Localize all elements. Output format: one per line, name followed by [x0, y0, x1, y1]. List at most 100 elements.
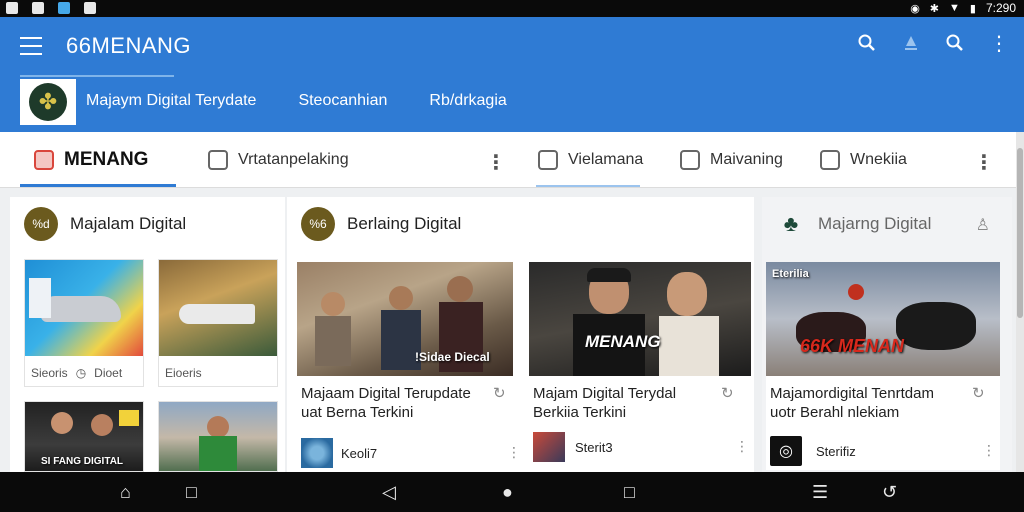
brand-logo[interactable]: ✤ — [20, 79, 76, 125]
person-shape — [447, 276, 473, 302]
upload-icon[interactable] — [900, 31, 922, 55]
tab-5[interactable]: Wnekiia — [820, 132, 907, 188]
author-name[interactable]: Sterifiz — [816, 444, 856, 459]
search-icon[interactable] — [856, 31, 878, 55]
more-vert-icon[interactable]: ⋮ — [507, 444, 521, 461]
thumb-card[interactable] — [158, 401, 278, 472]
image-icon — [820, 150, 840, 170]
column-title[interactable]: Berlaing Digital — [347, 214, 461, 234]
article-title[interactable]: Majamordigital Tenrtdam uotr Berahl nlek… — [770, 384, 960, 422]
photo-icon — [6, 2, 18, 14]
tab-menang[interactable]: MENANG — [34, 132, 148, 188]
menu-icon[interactable]: ☰ — [812, 482, 828, 502]
menu-icon[interactable] — [20, 37, 42, 55]
sub-tab-3[interactable]: Rb/drkagia — [429, 92, 506, 110]
train-shape — [179, 304, 255, 324]
article-title[interactable]: Majaam Digital Terupdate uat Berna Terki… — [301, 384, 481, 422]
column-middle: %6 Berlaing Digital !Sidae Diecal Majaam… — [287, 197, 754, 472]
article-image-tag: Eterilia — [772, 268, 809, 280]
thumb-card[interactable]: Eioeris — [158, 259, 278, 387]
column-title[interactable]: Majarng Digital — [818, 214, 931, 234]
column-right: ♣ Majarng Digital ♙ Eterilia 66K MENAN M… — [762, 197, 1012, 472]
article-title[interactable]: Majam Digital Terydal Berkiia Terkini — [533, 384, 713, 422]
thumb-card[interactable]: SI FANG DIGITAL — [24, 401, 144, 472]
battery-icon: ▮ — [969, 2, 976, 15]
tab-indicator-secondary — [536, 185, 640, 187]
tab-label: Maivaning — [710, 151, 783, 168]
share-icon[interactable]: ↻ — [721, 384, 734, 402]
chat-icon — [208, 150, 228, 170]
article-image-label: MENANG — [585, 332, 661, 351]
app-icon — [58, 2, 70, 14]
navigation-bar: ⌂ □ ◁ ● □ ☰ ↺ — [0, 472, 1024, 512]
tab-label: MENANG — [64, 149, 149, 170]
sub-tab-2[interactable]: Steocanhian — [298, 92, 387, 110]
tree-icon: ♣ — [783, 211, 799, 236]
undo-icon[interactable]: ↺ — [882, 482, 897, 502]
square-icon[interactable]: □ — [186, 482, 197, 502]
share-icon[interactable]: ↻ — [493, 384, 506, 402]
alarm-icon: ◉ — [910, 2, 920, 15]
sign-shape — [119, 410, 139, 426]
back-icon[interactable]: ◁ — [382, 482, 396, 502]
person-body — [315, 316, 351, 366]
tab-label: Vielamana — [568, 151, 644, 168]
article-image-label: 66K MENAN — [800, 336, 905, 356]
person-shape — [207, 416, 229, 438]
sub-line-divider — [20, 75, 174, 77]
more-vert-icon[interactable]: ⋮ — [982, 442, 996, 459]
share-icon[interactable]: ↻ — [972, 384, 985, 402]
grid-icon — [32, 2, 44, 14]
thumb-extra: Dioet — [94, 366, 123, 380]
thumb-card[interactable]: Sieoris ◷ Dioet — [24, 259, 144, 387]
clock-icon: ◷ — [75, 366, 87, 380]
article-image: Eterilia 66K MENAN — [766, 262, 1000, 376]
person-shape — [51, 412, 73, 434]
tab-4[interactable]: Maivaning — [680, 132, 783, 188]
thumb-image-label: SI FANG DIGITAL — [41, 456, 124, 467]
active-tab-indicator — [20, 184, 176, 187]
shirt-shape — [199, 436, 237, 471]
home-icon[interactable]: ⌂ — [120, 482, 131, 502]
wifi-icon: ▼ — [949, 2, 960, 14]
person-shape — [389, 286, 413, 310]
recent-icon[interactable]: □ — [624, 482, 635, 502]
article-card[interactable]: MENANG Majam Digital Terydal Berkiia Ter… — [529, 262, 751, 470]
more-vert-icon[interactable]: ⋮ — [486, 150, 506, 175]
thumbnail-image — [159, 402, 277, 471]
person-shape — [667, 272, 707, 316]
more-vert-icon[interactable]: ⋮ — [974, 150, 994, 175]
article-card[interactable]: !Sidae Diecal Majaam Digital Terupdate u… — [297, 262, 521, 470]
car-shape — [41, 296, 121, 322]
gallery-icon — [84, 2, 96, 14]
rider-helmet — [848, 284, 864, 300]
article-image: !Sidae Diecal — [297, 262, 513, 376]
news-icon — [34, 150, 54, 170]
tab-strip: MENANG Vrtatanpelaking ⋮ Vielamana Maiva… — [0, 132, 1016, 188]
scrollbar-thumb[interactable] — [1017, 148, 1023, 318]
app-bar: 66MENANG ⋮ ✤ Majaym Digital Terydate Ste… — [0, 17, 1024, 132]
machine-shape — [29, 278, 51, 318]
thumbnail-image — [159, 260, 277, 356]
tab-label: Vrtatanpelaking — [238, 151, 349, 168]
tab-3[interactable]: Vielamana — [538, 132, 643, 188]
tab-2[interactable]: Vrtatanpelaking — [208, 132, 349, 188]
author-avatar[interactable] — [301, 438, 333, 468]
author-name[interactable]: Sterit3 — [575, 440, 613, 455]
author-avatar[interactable] — [533, 432, 565, 462]
person-body — [659, 316, 719, 376]
circle-icon[interactable]: ● — [502, 482, 513, 502]
search-icon[interactable] — [944, 31, 966, 55]
more-vert-icon[interactable]: ⋮ — [735, 438, 749, 455]
profile-icon[interactable]: ♙ — [976, 215, 990, 235]
article-card[interactable]: Eterilia 66K MENAN Majamordigital Tenrtd… — [766, 262, 1000, 470]
motorbike-shape — [896, 302, 976, 350]
sub-tab-1[interactable]: Majaym Digital Terydate — [86, 92, 256, 110]
leaf-icon: ✤ — [29, 83, 67, 121]
frame-icon — [538, 150, 558, 170]
more-vert-icon[interactable]: ⋮ — [988, 31, 1010, 55]
thumbnail-image: SI FANG DIGITAL — [25, 402, 143, 471]
column-title[interactable]: Majalam Digital — [70, 214, 186, 234]
author-name[interactable]: Keoli7 — [341, 446, 377, 461]
author-avatar[interactable]: ◎ — [770, 436, 802, 466]
